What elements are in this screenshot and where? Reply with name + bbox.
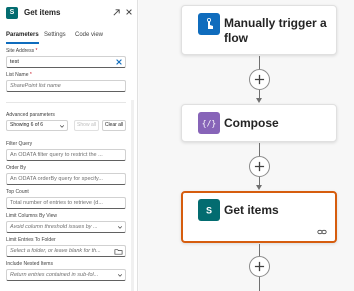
folder-icon[interactable] (114, 247, 123, 256)
plus-icon (254, 261, 265, 272)
list-name-label: List Name * (6, 72, 32, 78)
top-count-label: Top Count (6, 189, 29, 195)
required-mark: * (29, 72, 32, 78)
list-name-input[interactable]: SharePoint list name (6, 80, 126, 92)
flow-canvas: Manually trigger a flow {/} Compose S Ge… (139, 0, 354, 291)
order-by-label: Order By (6, 165, 27, 171)
panel-scrollbar[interactable] (131, 100, 134, 291)
filter-query-input[interactable]: An ODATA filter query to restrict the ..… (6, 149, 126, 161)
site-address-label: Site Address * (6, 48, 37, 54)
step-card-manual-trigger[interactable]: Manually trigger a flow (181, 5, 337, 55)
svg-text:{/}: {/} (202, 119, 216, 128)
limit-columns-placeholder: Avoid column threshold issues by ... (10, 224, 98, 230)
order-by-input[interactable]: An ODATA orderBy query for specify... (6, 173, 126, 185)
sharepoint-app-icon: S (6, 7, 18, 19)
clear-icon[interactable] (115, 58, 123, 66)
chevron-down-icon (117, 226, 123, 229)
filter-query-label: Filter Query (6, 141, 33, 147)
limit-columns-label: Limit Columns By View (6, 213, 58, 219)
nested-items-dropdown[interactable]: Return entries contained in sub-fol... (6, 269, 126, 281)
connector-line (259, 143, 260, 156)
required-mark: * (35, 48, 38, 54)
chevron-down-icon (117, 274, 123, 277)
site-address-label-text: Site Address (6, 48, 35, 54)
curly-braces-icon: {/} (198, 112, 220, 134)
connector-line (259, 244, 260, 256)
arrow-down-icon (256, 185, 262, 190)
sharepoint-icon: S (198, 199, 220, 221)
link-icon (317, 229, 327, 235)
hand-tap-icon (198, 13, 220, 35)
show-all-button[interactable]: Show all (74, 120, 99, 131)
nested-items-label: Include Nested Items (6, 261, 53, 267)
site-address-input[interactable]: test (6, 56, 126, 68)
plus-icon (254, 74, 265, 85)
step-title: Manually trigger a flow (224, 16, 327, 45)
step-card-get-items[interactable]: S Get items (181, 191, 337, 243)
nested-items-placeholder: Return entries contained in sub-fol... (10, 272, 99, 278)
list-name-placeholder: SharePoint list name (10, 83, 61, 89)
step-card-compose[interactable]: {/} Compose (181, 104, 337, 142)
arrow-down-icon (256, 98, 262, 103)
panel-header: S Get items (0, 0, 137, 28)
svg-text:S: S (206, 206, 212, 216)
panel-title: Get items (24, 8, 61, 17)
site-address-value: test (10, 59, 19, 65)
tab-code-view[interactable]: Code view (75, 30, 103, 44)
order-by-placeholder: An ODATA orderBy query for specify... (10, 176, 103, 182)
parameters-form: Site Address * test List Name * SharePoi… (0, 48, 137, 291)
step-title: Get items (224, 203, 279, 217)
step-title: Compose (224, 116, 279, 130)
panel-tabs: Parameters Settings Code view (0, 30, 137, 44)
tab-parameters[interactable]: Parameters (6, 30, 39, 44)
limit-entries-placeholder: Select a folder, or leave blank for th..… (10, 248, 101, 254)
connector-line (259, 277, 260, 291)
plus-icon (254, 161, 265, 172)
add-step-button[interactable] (249, 69, 270, 90)
collapse-arrow-icon[interactable] (110, 6, 122, 18)
top-count-input[interactable]: Total number of entries to retrieve (d..… (6, 197, 126, 209)
add-step-button[interactable] (249, 256, 270, 277)
close-icon[interactable] (123, 6, 135, 18)
clear-all-button[interactable]: Clear all (102, 120, 126, 131)
top-count-placeholder: Total number of entries to retrieve (d..… (10, 200, 103, 206)
chevron-down-icon (59, 125, 65, 128)
list-name-label-text: List Name (6, 72, 29, 78)
add-step-button[interactable] (249, 156, 270, 177)
limit-entries-input[interactable]: Select a folder, or leave blank for th..… (6, 245, 126, 257)
connector-line (259, 56, 260, 69)
advanced-parameters-dropdown[interactable]: Showing 6 of 6 (6, 120, 68, 131)
tab-settings[interactable]: Settings (44, 30, 66, 44)
filter-query-placeholder: An ODATA filter query to restrict the ..… (10, 152, 103, 158)
divider (6, 102, 126, 103)
limit-columns-dropdown[interactable]: Avoid column threshold issues by ... (6, 221, 126, 233)
action-details-panel: S Get items Parameters Settings Code vie… (0, 0, 138, 291)
advanced-parameters-label: Advanced parameters (6, 112, 55, 118)
limit-entries-label: Limit Entries To Folder (6, 237, 56, 243)
advanced-parameters-value: Showing 6 of 6 (10, 122, 44, 128)
